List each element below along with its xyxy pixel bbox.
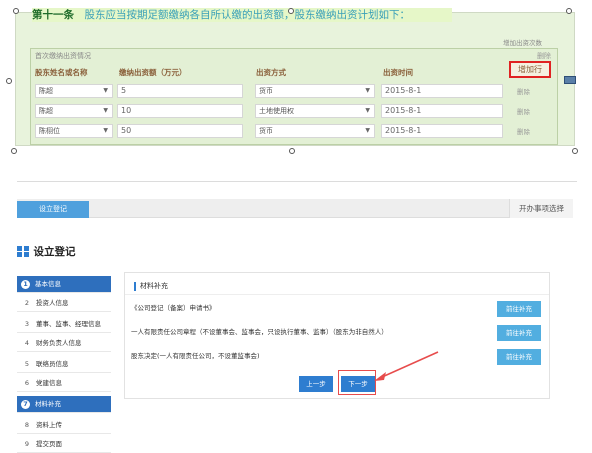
header-date: 出资时间 bbox=[383, 68, 413, 77]
tab-register[interactable]: 设立登记 bbox=[17, 201, 89, 218]
amount-input[interactable]: 50 bbox=[117, 124, 243, 138]
divider bbox=[125, 294, 549, 295]
table-delete-link[interactable]: 删除 bbox=[537, 51, 551, 61]
shareholder-select[interactable]: 陈栩位 ▼ bbox=[35, 124, 113, 138]
chevron-down-icon: ▼ bbox=[103, 107, 108, 114]
arrow-annotation-icon bbox=[374, 351, 439, 381]
date-input[interactable]: 2015-8-1 bbox=[381, 84, 503, 98]
resize-handle[interactable] bbox=[11, 148, 17, 154]
header-shareholder: 股东姓名或名称 bbox=[35, 68, 88, 77]
header-method: 出资方式 bbox=[256, 68, 286, 77]
section-title: 材料补充 bbox=[134, 281, 168, 291]
supplement-button[interactable]: 前往补充 bbox=[497, 325, 541, 341]
chevron-down-icon: ▼ bbox=[103, 127, 108, 134]
table-row: 陈超 ▼ 10 土地使用权 ▼ 2015-8-1 删除 bbox=[31, 102, 557, 122]
row-delete-link[interactable]: 删除 bbox=[517, 126, 530, 136]
amount-input[interactable]: 5 bbox=[117, 84, 243, 98]
tab-business-select[interactable]: 开办事项选择 bbox=[509, 199, 573, 218]
row-delete-link[interactable]: 删除 bbox=[517, 106, 530, 116]
sidebar-item-investor[interactable]: 2 投资人信息 bbox=[17, 295, 111, 312]
prev-step-button[interactable]: 上一步 bbox=[299, 376, 333, 392]
chevron-down-icon: ▼ bbox=[103, 87, 108, 94]
resize-handle[interactable] bbox=[13, 8, 19, 14]
resize-handle[interactable] bbox=[288, 8, 294, 14]
date-input[interactable]: 2015-8-1 bbox=[381, 124, 503, 138]
chevron-down-icon: ▼ bbox=[365, 107, 370, 114]
divider bbox=[17, 181, 577, 182]
method-select[interactable]: 货币 ▼ bbox=[255, 124, 375, 138]
add-row-button[interactable]: 增加行 bbox=[509, 61, 551, 78]
sidebar-item-basic-info[interactable]: 1 基本信息 bbox=[17, 276, 111, 293]
sidebar-item-directors[interactable]: 3 董事、监事、经理信息 bbox=[17, 316, 111, 333]
shareholder-select[interactable]: 陈超 ▼ bbox=[35, 84, 113, 98]
resize-handle[interactable] bbox=[289, 148, 295, 154]
method-select[interactable]: 货币 ▼ bbox=[255, 84, 375, 98]
sidebar: 1 基本信息 2 投资人信息 3 董事、监事、经理信息 4 财务负责人信息 5 联络员信息… bbox=[17, 276, 111, 453]
add-contribution-times-link[interactable]: 增加出资次数 bbox=[503, 37, 542, 47]
page-title: 设立登记 bbox=[17, 244, 76, 259]
row-delete-link[interactable]: 删除 bbox=[517, 86, 530, 96]
amount-input[interactable]: 10 bbox=[117, 104, 243, 118]
resize-handle[interactable] bbox=[572, 148, 578, 154]
contribution-table: 首次缴纳出资情况 删除 股东姓名或名称 缴纳出资额（万元） 出资方式 出资时间 … bbox=[30, 48, 558, 145]
sidebar-item-upload[interactable]: 8 资料上传 bbox=[17, 417, 111, 434]
chevron-down-icon: ▼ bbox=[365, 127, 370, 134]
table-row: 陈超 ▼ 5 货币 ▼ 2015-8-1 删除 bbox=[31, 82, 557, 102]
anchor-marker-icon bbox=[564, 76, 576, 84]
supplement-button[interactable]: 前往补充 bbox=[497, 301, 541, 317]
chevron-down-icon: ▼ bbox=[365, 87, 370, 94]
material-item: 股东决定(一人有限责任公司，不设董监事会) bbox=[131, 352, 260, 360]
material-item: 一人有限责任公司章程（不设董事会、监事会，只设执行董事、监事）（股东为非自然人） bbox=[131, 328, 388, 336]
material-item: 《公司登记（备案）申请书》 bbox=[131, 304, 216, 312]
sidebar-item-party[interactable]: 6 党建信息 bbox=[17, 375, 111, 392]
clause-label: 第十一条 bbox=[32, 9, 74, 21]
sidebar-item-submit[interactable]: 9 提交页面 bbox=[17, 436, 111, 453]
sidebar-item-liaison[interactable]: 5 联络员信息 bbox=[17, 356, 111, 373]
clause-body: 股东应当按期足额缴纳各自所认缴的出资额，股东缴纳出资计划如下： bbox=[84, 9, 411, 21]
supplement-button[interactable]: 前往补充 bbox=[497, 349, 541, 365]
tab-bar: 设立登记 开办事项选择 bbox=[17, 199, 573, 218]
header-amount: 缴纳出资额（万元） bbox=[119, 68, 187, 77]
materials-panel: 材料补充 《公司登记（备案）申请书》 前往补充 一人有限责任公司章程（不设董事会… bbox=[124, 272, 550, 399]
sidebar-item-finance[interactable]: 4 财务负责人信息 bbox=[17, 335, 111, 352]
shareholder-select[interactable]: 陈超 ▼ bbox=[35, 104, 113, 118]
method-select[interactable]: 土地使用权 ▼ bbox=[255, 104, 375, 118]
sidebar-item-materials[interactable]: 7 材料补充 bbox=[17, 396, 111, 413]
table-title: 首次缴纳出资情况 bbox=[35, 52, 91, 60]
table-row: 陈栩位 ▼ 50 货币 ▼ 2015-8-1 删除 bbox=[31, 122, 557, 142]
resize-handle[interactable] bbox=[6, 78, 12, 84]
clause-text: 第十一条 股东应当按期足额缴纳各自所认缴的出资额，股东缴纳出资计划如下： bbox=[32, 8, 452, 22]
grid-icon bbox=[17, 245, 29, 258]
date-input[interactable]: 2015-8-1 bbox=[381, 104, 503, 118]
resize-handle[interactable] bbox=[566, 8, 572, 14]
